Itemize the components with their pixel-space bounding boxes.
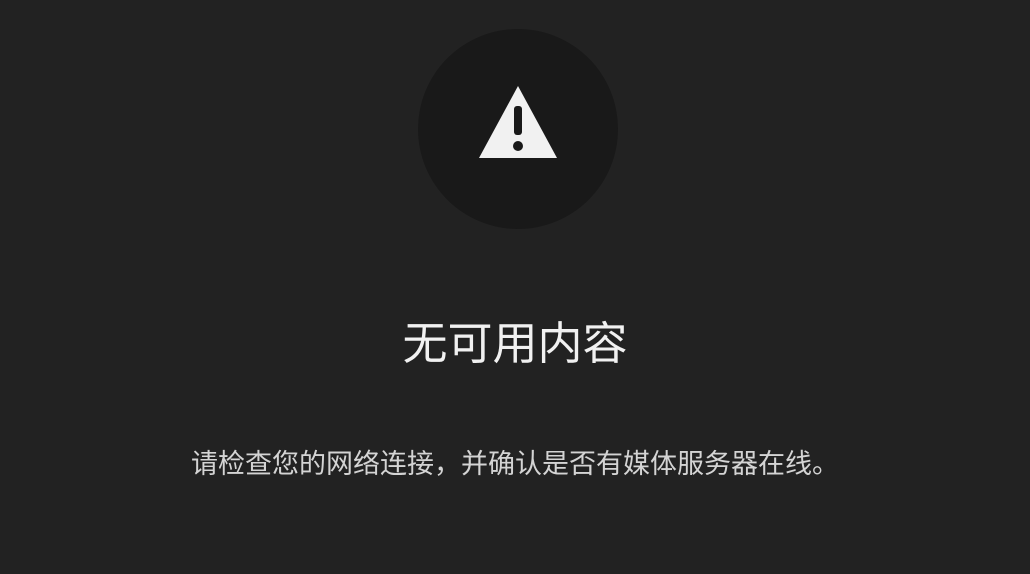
empty-state-message: 请检查您的网络连接，并确认是否有媒体服务器在线。 bbox=[191, 449, 839, 480]
empty-state-title: 无可用内容 bbox=[402, 317, 628, 370]
warning-icon bbox=[479, 86, 557, 158]
empty-state-screen: 无可用内容 请检查您的网络连接，并确认是否有媒体服务器在线。 bbox=[0, 0, 1030, 574]
warning-icon-circle bbox=[418, 29, 618, 229]
